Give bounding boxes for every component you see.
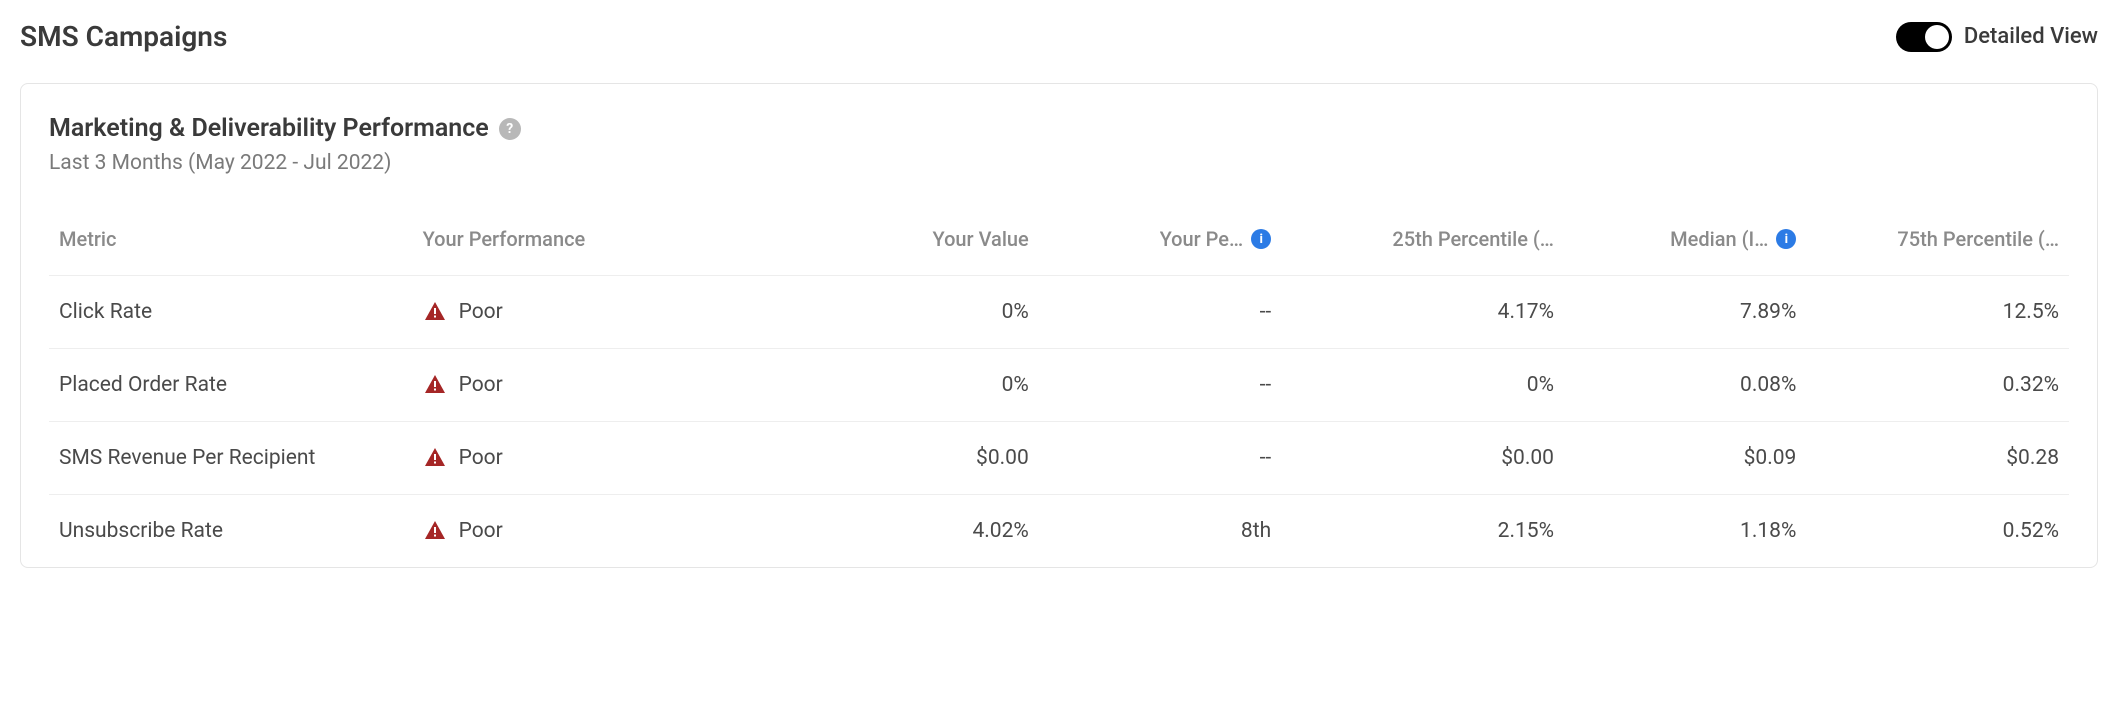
median-cell: 0.08% [1564,349,1806,422]
page-header: SMS Campaigns Detailed View [20,20,2098,53]
value-cell: 4.02% [776,495,1039,568]
table-header-row: Metric Your Performance Your Value Your … [49,203,2069,276]
col-p25: 25th Percentile (… [1281,203,1564,276]
performance-cell: Poor [413,495,777,568]
warning-icon [423,519,447,543]
performance-card: Marketing & Deliverability Performance ?… [20,83,2098,568]
table-row: SMS Revenue Per RecipientPoor$0.00--$0.0… [49,422,2069,495]
table-row: Click Rate Poor 0%--4.17%7.89%12.5% [49,276,2069,349]
median-cell: 7.89% [1564,276,1806,349]
col-percentile: Your Pe… i [1039,203,1281,276]
col-median: Median (I… i [1564,203,1806,276]
median-cell: 1.18% [1564,495,1806,568]
percentile-cell: -- [1039,422,1281,495]
detailed-view-toggle-group: Detailed View [1896,22,2098,52]
card-title-row: Marketing & Deliverability Performance ? [49,114,2069,143]
p75-cell: 0.52% [1806,495,2069,568]
metric-cell: Unsubscribe Rate [49,495,413,568]
performance-label: Poor [459,519,503,543]
col-value: Your Value [776,203,1039,276]
col-p75: 75th Percentile (… [1806,203,2069,276]
value-cell: 0% [776,349,1039,422]
detailed-view-toggle[interactable] [1896,22,1952,52]
toggle-knob-icon [1925,25,1949,49]
detailed-view-label: Detailed View [1964,24,2098,49]
metric-cell: SMS Revenue Per Recipient [49,422,413,495]
p25-cell: 4.17% [1281,276,1564,349]
table-row: Unsubscribe Rate Poor 4.02%8th2.15%1.18%0.… [49,495,2069,568]
p75-cell: $0.28 [1806,422,2069,495]
warning-icon [423,300,447,324]
page-title: SMS Campaigns [20,20,227,53]
card-subtitle: Last 3 Months (May 2022 - Jul 2022) [49,151,2069,175]
help-icon[interactable]: ? [499,118,521,140]
performance-cell: Poor [413,349,777,422]
p75-cell: 12.5% [1806,276,2069,349]
p25-cell: $0.00 [1281,422,1564,495]
median-cell: $0.09 [1564,422,1806,495]
col-percentile-label: Your Pe… [1160,227,1244,251]
card-header: Marketing & Deliverability Performance ?… [49,114,2069,175]
p25-cell: 0% [1281,349,1564,422]
performance-label: Poor [459,446,503,470]
performance-cell: Poor [413,276,777,349]
percentile-cell: 8th [1039,495,1281,568]
warning-icon [423,373,447,397]
col-median-label: Median (I… [1670,227,1768,251]
warning-icon [423,446,447,470]
metric-cell: Placed Order Rate [49,349,413,422]
p25-cell: 2.15% [1281,495,1564,568]
percentile-cell: -- [1039,349,1281,422]
percentile-cell: -- [1039,276,1281,349]
metrics-table: Metric Your Performance Your Value Your … [49,203,2069,567]
performance-label: Poor [459,373,503,397]
performance-cell: Poor [413,422,777,495]
col-performance: Your Performance [413,203,777,276]
info-icon[interactable]: i [1251,229,1271,249]
info-icon[interactable]: i [1776,229,1796,249]
value-cell: 0% [776,276,1039,349]
performance-label: Poor [459,300,503,324]
col-metric: Metric [49,203,413,276]
metric-cell: Click Rate [49,276,413,349]
value-cell: $0.00 [776,422,1039,495]
p75-cell: 0.32% [1806,349,2069,422]
card-title: Marketing & Deliverability Performance [49,114,489,143]
table-row: Placed Order RatePoor0%--0%0.08%0.32% [49,349,2069,422]
